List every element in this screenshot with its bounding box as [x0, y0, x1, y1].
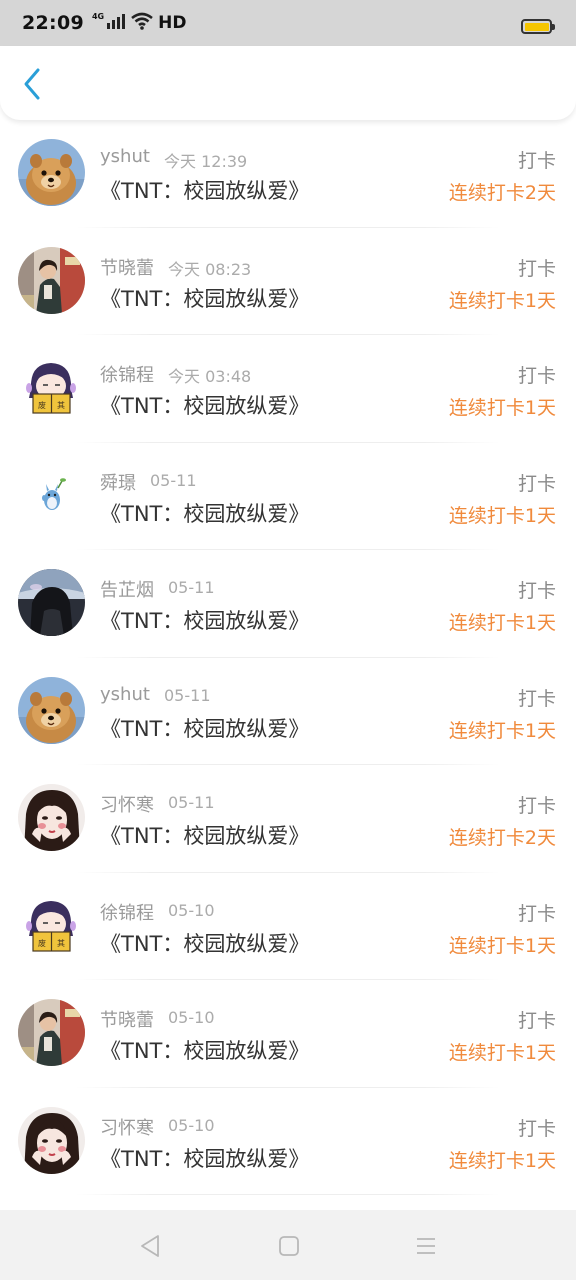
list-item[interactable]: 习怀寒 05-10 《TNT：校园放纵爱》 打卡连续打卡1天	[0, 1088, 576, 1195]
back-button[interactable]	[14, 64, 50, 104]
status-bar: 22:09 4G HD	[0, 0, 576, 46]
avatar[interactable]	[18, 569, 85, 636]
book-title[interactable]: 《TNT：校园放纵爱》	[100, 390, 309, 420]
chevron-left-icon	[24, 68, 40, 100]
wifi-icon	[130, 12, 154, 34]
system-nav-bar	[0, 1210, 576, 1280]
triangle-back-icon	[141, 1235, 159, 1257]
book-title[interactable]: 《TNT：校园放纵爱》	[100, 283, 309, 313]
book-title[interactable]: 《TNT：校园放纵爱》	[100, 928, 309, 958]
divider	[76, 1194, 500, 1195]
post-time: 05-10	[168, 1115, 215, 1135]
action-label: 打卡	[517, 580, 556, 602]
streak-badge: 连续打卡1天	[448, 1149, 556, 1172]
nav-back-button[interactable]	[137, 1233, 163, 1259]
svg-text:废: 废	[38, 938, 46, 948]
nav-home-button[interactable]	[276, 1233, 302, 1259]
menu-lines-icon	[417, 1238, 435, 1254]
streak-badge: 连续打卡1天	[448, 397, 556, 419]
streak-badge: 连续打卡1天	[448, 289, 556, 312]
post-time: 05-11	[168, 578, 215, 597]
post-time: 05-11	[164, 685, 211, 705]
action-label: 打卡	[517, 1117, 556, 1140]
streak-badge: 连续打卡2天	[448, 827, 556, 849]
user-name[interactable]: yshut	[100, 146, 150, 167]
action-label: 打卡	[517, 795, 556, 817]
list-item[interactable]: 废其徐锦程 05-10 《TNT：校园放纵爱》 打卡 连续打卡1天	[0, 873, 576, 980]
avatar[interactable]	[18, 784, 85, 851]
svg-text:废: 废	[38, 400, 46, 410]
avatar[interactable]: 废其	[18, 354, 85, 421]
list-item[interactable]: yshut 05-11 《TNT：校园放纵爱》 打卡连续打卡1天	[0, 658, 576, 765]
network-type: 4G	[91, 12, 105, 21]
avatar[interactable]	[18, 676, 85, 744]
action-label: 打卡	[517, 150, 556, 172]
post-time: 今天 08:23	[168, 259, 252, 279]
svg-text:其: 其	[57, 939, 65, 948]
streak-badge: 连续打卡2天	[448, 182, 556, 204]
user-name[interactable]: 告芷烟	[100, 576, 154, 602]
list-item[interactable]: yshut 今天 12:39 《TNT：校园放纵爱》 打卡连续打卡2天	[0, 120, 576, 228]
user-name[interactable]: 习怀寒	[100, 791, 154, 817]
streak-badge: 连续打卡1天	[448, 1042, 556, 1064]
user-name[interactable]: 舜璟	[100, 469, 136, 495]
status-time: 22:09	[22, 12, 84, 34]
avatar[interactable]	[18, 999, 85, 1066]
avatar[interactable]	[18, 139, 85, 206]
user-name[interactable]: 节晓蕾	[100, 1006, 154, 1032]
list-item[interactable]: 节晓蕾 今天 08:23 《TNT：校园放纵爱》 打卡连续打卡1天	[0, 228, 576, 335]
svg-text:其: 其	[57, 401, 65, 410]
list-item[interactable]: 废其徐锦程 今天 03:48 《TNT：校园放纵爱》 打卡 连续打卡1天	[0, 335, 576, 443]
streak-badge: 连续打卡1天	[448, 934, 556, 957]
action-label: 打卡	[517, 902, 556, 925]
square-home-icon	[279, 1236, 299, 1256]
user-name[interactable]: 徐锦程	[100, 361, 154, 387]
user-name[interactable]: 节晓蕾	[100, 254, 154, 280]
book-title[interactable]: 《TNT：校园放纵爱》	[100, 175, 309, 205]
post-time: 今天 12:39	[164, 152, 248, 171]
header	[0, 46, 576, 120]
action-label: 打卡	[517, 1010, 556, 1032]
action-label: 打卡	[517, 257, 556, 280]
avatar[interactable]	[18, 246, 85, 314]
post-time: 今天 03:48	[168, 367, 252, 386]
list-item[interactable]: 告芷烟 05-11 《TNT：校园放纵爱》 打卡连续打卡1天	[0, 550, 576, 658]
streak-badge: 连续打卡1天	[448, 612, 556, 634]
streak-badge: 连续打卡1天	[448, 719, 556, 742]
book-title[interactable]: 《TNT：校园放纵爱》	[100, 1035, 309, 1065]
avatar[interactable]	[18, 461, 85, 529]
book-title[interactable]: 《TNT：校园放纵爱》	[100, 713, 309, 743]
list-item[interactable]: 舜璟 05-11 《TNT：校园放纵爱》 打卡连续打卡1天	[0, 443, 576, 550]
list-item[interactable]: 习怀寒 05-11 《TNT：校园放纵爱》 打卡连续打卡2天	[0, 765, 576, 873]
user-name[interactable]: yshut	[100, 684, 150, 705]
battery-level	[524, 22, 549, 31]
avatar[interactable]	[18, 1106, 85, 1174]
checkin-list: yshut 今天 12:39 《TNT：校园放纵爱》 打卡 连续打卡2天 节晓蕾 今天 08…	[0, 120, 576, 1210]
user-name[interactable]: 习怀寒	[100, 1114, 154, 1140]
list-item[interactable]: 节晓蕾 05-10 《TNT：校园放纵爱》 打卡连续打卡1天	[0, 980, 576, 1088]
book-title[interactable]: 《TNT：校园放纵爱》	[100, 1143, 309, 1173]
action-label: 打卡	[517, 687, 556, 710]
battery-icon	[521, 19, 555, 34]
avatar[interactable]: 废其	[18, 891, 85, 959]
post-time: 05-10	[168, 900, 215, 920]
post-time: 05-10	[168, 1008, 215, 1027]
nav-menu-button[interactable]	[413, 1233, 439, 1259]
action-label: 打卡	[517, 365, 556, 387]
book-title[interactable]: 《TNT：校园放纵爱》	[100, 820, 309, 850]
signal-icon	[106, 13, 126, 33]
post-time: 05-11	[168, 793, 215, 812]
status-icons: 4G HD	[92, 12, 186, 34]
user-name[interactable]: 徐锦程	[100, 899, 154, 925]
action-label: 打卡	[517, 472, 556, 495]
book-title[interactable]: 《TNT：校园放纵爱》	[100, 498, 309, 528]
post-time: 05-11	[150, 470, 197, 490]
book-title[interactable]: 《TNT：校园放纵爱》	[100, 605, 309, 635]
hd-label: HD	[158, 13, 187, 33]
streak-badge: 连续打卡1天	[448, 504, 556, 527]
